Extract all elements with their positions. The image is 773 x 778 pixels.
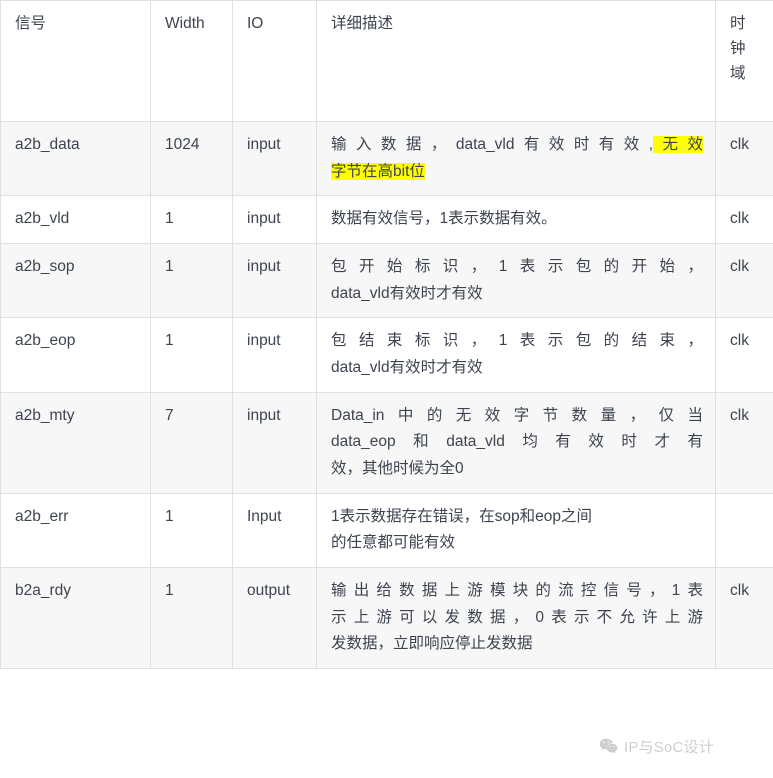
description-line: 效，其他时候为全0 xyxy=(331,459,464,477)
table-row: b2a_rdy 1 output 输出给数据上游模块的流控信号，1表 示上游可以… xyxy=(0,566,773,669)
cell-width: 1 xyxy=(150,317,233,393)
description-text-plain: 输入数据，data_vld有效时有效, xyxy=(331,136,654,153)
cell-io: input xyxy=(232,317,317,393)
cell-io: input xyxy=(232,242,317,319)
column-header-width-label: Width xyxy=(165,15,205,32)
cell-signal: a2b_eop xyxy=(0,317,151,393)
table-header-row: 信号 Width IO 详细描述 时钟域 xyxy=(0,0,773,122)
description-line: 的任意都可能有效 xyxy=(331,534,456,552)
cell-description: Data_in中的无效字节数量，仅当 data_eop和data_vld均有效时… xyxy=(316,391,716,494)
table-row: a2b_data 1024 input 输入数据，data_vld有效时有效,无… xyxy=(0,120,773,197)
description-line: Data_in中的无效字节数量，仅当 xyxy=(331,406,703,424)
cell-clock-domain: clk xyxy=(715,317,773,393)
watermark-text: IP与SoC设计 xyxy=(624,739,714,756)
table-row: a2b_vld 1 input 数据有效信号，1表示数据有效。 clk xyxy=(0,195,773,244)
cell-description: 1表示数据存在错误，在sop和eop之间 的任意都可能有效 xyxy=(316,492,716,568)
description-line: 输出给数据上游模块的流控信号，1表 xyxy=(331,581,703,599)
column-header-signal: 信号 xyxy=(0,0,151,122)
cell-signal: b2a_rdy xyxy=(0,566,151,669)
table-row: a2b_mty 7 input Data_in中的无效字节数量，仅当 data_… xyxy=(0,391,773,494)
column-header-description: 详细描述 xyxy=(316,0,716,122)
cell-io: input xyxy=(232,195,317,244)
description-line: 输入数据，data_vld有效时有效,无效 xyxy=(331,132,703,159)
table-row: a2b_sop 1 input 包开始标识，1表示包的开始， data_vld有… xyxy=(0,242,773,319)
table-header: 信号 Width IO 详细描述 时钟域 xyxy=(0,0,773,122)
description-line: 示上游可以发数据，0表示不允许上游 xyxy=(331,608,703,626)
description-line: data_eop和data_vld均有效时才有 xyxy=(331,433,703,451)
cell-width: 1 xyxy=(150,492,233,568)
description-line: 数据有效信号，1表示数据有效。 xyxy=(331,210,557,228)
cell-width: 1 xyxy=(150,242,233,319)
cell-description: 包结束标识，1表示包的结束， data_vld有效时才有效 xyxy=(316,317,716,393)
signal-definition-table: 信号 Width IO 详细描述 时钟域 a2b_data 1024 input… xyxy=(0,0,773,669)
cell-io: output xyxy=(232,566,317,669)
highlighted-text: 无效 xyxy=(653,136,703,153)
column-header-io-label: IO xyxy=(247,15,264,32)
description-line: 字节在高bit位 xyxy=(331,159,703,186)
highlighted-text: 字节在高bit位 xyxy=(331,162,425,180)
description-line: 包开始标识，1表示包的开始， xyxy=(331,257,703,275)
description-line: data_vld有效时才有效 xyxy=(331,358,483,376)
description-line: 发数据，立即响应停止发数据 xyxy=(331,635,533,653)
cell-io: Input xyxy=(232,492,317,568)
wechat-icon xyxy=(598,736,619,757)
cell-width: 7 xyxy=(150,391,233,494)
description-line: 包结束标识，1表示包的结束， xyxy=(331,332,703,350)
cell-width: 1 xyxy=(150,566,233,669)
column-header-width: Width xyxy=(150,0,233,122)
cell-clock-domain: clk xyxy=(715,566,773,669)
description-line: data_vld有效时才有效 xyxy=(331,284,483,302)
cell-description: 输出给数据上游模块的流控信号，1表 示上游可以发数据，0表示不允许上游 发数据，… xyxy=(316,566,716,669)
cell-clock-domain: clk xyxy=(715,195,773,244)
cell-signal: a2b_data xyxy=(0,120,151,197)
cell-clock-domain: clk xyxy=(715,120,773,197)
cell-signal: a2b_err xyxy=(0,492,151,568)
cell-width: 1 xyxy=(150,195,233,244)
table-row: a2b_eop 1 input 包结束标识，1表示包的结束， data_vld有… xyxy=(0,317,773,393)
cell-clock-domain: clk xyxy=(715,242,773,319)
column-header-io: IO xyxy=(232,0,317,122)
cell-description: 数据有效信号，1表示数据有效。 xyxy=(316,195,716,244)
watermark: IP与SoC设计 xyxy=(598,736,714,757)
cell-description: 输入数据，data_vld有效时有效,无效 字节在高bit位 xyxy=(316,120,716,197)
cell-clock-domain: clk xyxy=(715,391,773,494)
cell-width: 1024 xyxy=(150,120,233,197)
column-header-clock-domain-label: 时钟域 xyxy=(730,15,746,83)
cell-signal: a2b_mty xyxy=(0,391,151,494)
cell-io: input xyxy=(232,120,317,197)
description-line: 1表示数据存在错误，在sop和eop之间 xyxy=(331,507,592,525)
table-body: a2b_data 1024 input 输入数据，data_vld有效时有效,无… xyxy=(0,120,773,669)
table-row: a2b_err 1 Input 1表示数据存在错误，在sop和eop之间 的任意… xyxy=(0,492,773,568)
column-header-signal-label: 信号 xyxy=(15,15,47,32)
cell-description: 包开始标识，1表示包的开始， data_vld有效时才有效 xyxy=(316,242,716,319)
cell-clock-domain xyxy=(715,492,773,568)
cell-signal: a2b_vld xyxy=(0,195,151,244)
cell-signal: a2b_sop xyxy=(0,242,151,319)
cell-io: input xyxy=(232,391,317,494)
column-header-description-label: 详细描述 xyxy=(331,15,394,32)
column-header-clock-domain: 时钟域 xyxy=(715,0,773,122)
